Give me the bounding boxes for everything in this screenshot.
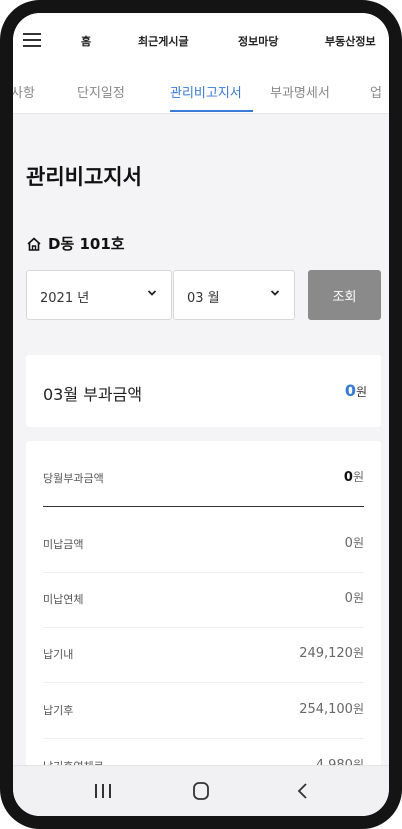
detail-amount: 0원	[343, 470, 364, 485]
active-tab-indicator	[170, 110, 253, 112]
year-value: 2021 년	[40, 291, 90, 306]
detail-card: 당월부과금액 0원 미납금액 0원 미납연체 0원 납기내 249,120원 납…	[26, 441, 381, 816]
tab-bar: 사항 단지일정 관리비고지서 부과명세서 업	[13, 69, 389, 114]
detail-row-before-due: 납기내 249,120원	[43, 627, 364, 683]
detail-row-current: 당월부과금액 0원	[43, 451, 364, 507]
tab-bill[interactable]: 관리비고지서	[170, 82, 242, 101]
chevron-down-icon	[147, 290, 157, 296]
home-icon	[27, 236, 41, 251]
query-button[interactable]: 조회	[308, 270, 381, 320]
detail-label: 납기후	[43, 704, 74, 717]
detail-label: 미납금액	[43, 538, 84, 551]
back-icon[interactable]	[293, 780, 313, 802]
hamburger-menu-icon[interactable]	[23, 33, 41, 47]
tab-notice[interactable]: 사항	[13, 82, 35, 101]
summary-amount: 0원	[344, 381, 367, 400]
detail-amount: 249,120원	[299, 646, 364, 661]
recent-apps-icon[interactable]	[93, 780, 113, 802]
screen: 홈 최근게시글 정보마당 부동산정보 사항 단지일정 관리비고지서 부과명세서 …	[13, 13, 389, 816]
home-button-icon[interactable]	[191, 780, 211, 802]
nav-recent-posts[interactable]: 최근게시글	[138, 33, 189, 49]
detail-row-overdue: 미납연체 0원	[43, 572, 364, 628]
chevron-down-icon	[270, 290, 280, 296]
unit-label: D동 101호	[48, 235, 125, 253]
nav-info[interactable]: 정보마당	[238, 33, 278, 49]
tab-schedule[interactable]: 단지일정	[77, 82, 125, 101]
unit-info: D동 101호	[26, 233, 125, 254]
top-nav: 홈 최근게시글 정보마당 부동산정보	[13, 13, 389, 69]
detail-row-after-due: 납기후 254,100원	[43, 683, 364, 739]
detail-row-unpaid: 미납금액 0원	[43, 517, 364, 573]
detail-label: 당월부과금액	[43, 472, 104, 485]
tab-charge-statement[interactable]: 부과명세서	[270, 82, 330, 101]
month-select[interactable]: 03 월	[173, 270, 295, 320]
detail-amount: 0원	[344, 536, 364, 551]
detail-amount: 254,100원	[299, 702, 364, 717]
system-nav-bar	[13, 765, 389, 816]
year-select[interactable]: 2021 년	[26, 270, 172, 320]
page-title: 관리비고지서	[26, 165, 142, 189]
detail-label: 미납연체	[43, 593, 84, 606]
phone-frame: 홈 최근게시글 정보마당 부동산정보 사항 단지일정 관리비고지서 부과명세서 …	[0, 0, 402, 829]
detail-amount: 0원	[344, 591, 364, 606]
tab-more[interactable]: 업	[370, 82, 382, 101]
month-value: 03 월	[187, 291, 220, 306]
summary-card: 03월 부과금액 0원	[26, 355, 381, 427]
nav-home[interactable]: 홈	[81, 33, 91, 49]
summary-label: 03월 부과금액	[43, 385, 143, 404]
nav-real-estate[interactable]: 부동산정보	[325, 33, 376, 49]
detail-label: 납기내	[43, 648, 74, 661]
